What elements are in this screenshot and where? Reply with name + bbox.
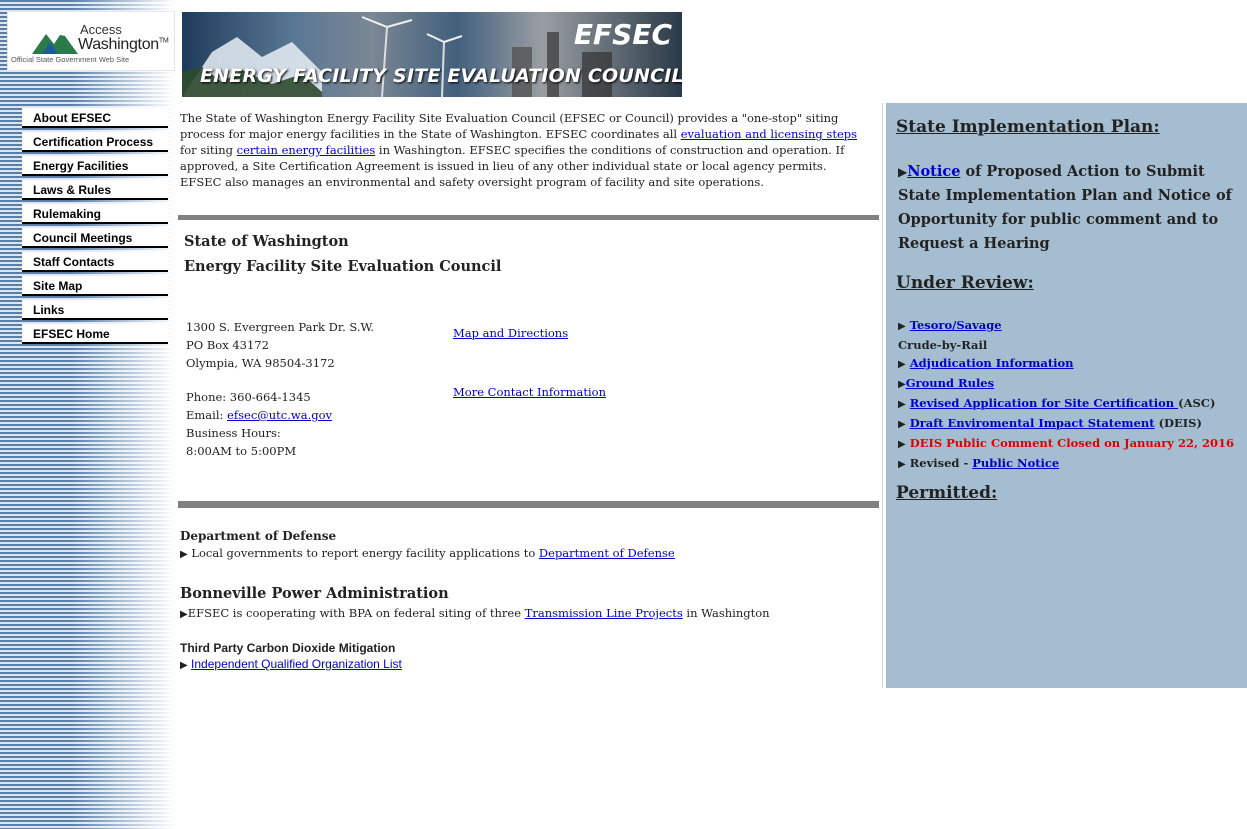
right-news-panel: State Implementation Plan: ▶Notice of Pr… — [883, 103, 1247, 688]
list-item: ▶ DEIS Public Comment Closed on January … — [898, 434, 1234, 454]
list-item: ▶ Revised Application for Site Certifica… — [898, 394, 1234, 414]
map-directions-link[interactable]: Map and Directions — [453, 324, 568, 342]
right-triangle-icon: ▶ — [898, 165, 908, 179]
transmission-line-link[interactable]: Transmission Line Projects — [525, 606, 683, 620]
address-line-2: PO Box 43172 — [186, 338, 269, 352]
email-link[interactable]: efsec@utc.wa.gov — [227, 408, 332, 422]
contact-block: Phone: 360-664-1345 Email: efsec@utc.wa.… — [186, 388, 332, 460]
review-list: ▶ Tesoro/Savage Crude-by-Rail ▶ Adjudica… — [898, 316, 1234, 474]
dod-heading: Department of Defense — [180, 529, 337, 543]
right-triangle-icon: ▶ — [180, 660, 188, 671]
nav-links[interactable]: Links — [22, 300, 168, 320]
nav-council-meetings[interactable]: Council Meetings — [22, 228, 168, 248]
asc-suffix: (ASC) — [1178, 396, 1216, 410]
carbon-line: ▶ Independent Qualified Organization Lis… — [180, 657, 402, 671]
intro-text-2: for siting — [180, 143, 237, 157]
carbon-heading: Third Party Carbon Dioxide Mitigation — [180, 641, 396, 655]
sip-heading: State Implementation Plan: — [896, 117, 1160, 137]
intro-paragraph: The State of Washington Energy Facility … — [180, 110, 870, 190]
right-triangle-icon: ▶ — [898, 399, 906, 410]
dod-link[interactable]: Department of Defense — [539, 546, 675, 560]
address-block: 1300 S. Evergreen Park Dr. S.W. PO Box 4… — [186, 318, 374, 372]
bpa-text-1: EFSEC is cooperating with BPA on federal… — [187, 606, 525, 620]
right-triangle-icon: ▶ — [898, 321, 906, 332]
permitted-heading: Permitted: — [896, 483, 998, 503]
public-notice-link[interactable]: Public Notice — [972, 456, 1059, 470]
logo-trademark: TM — [158, 37, 169, 45]
list-item: ▶ Draft Enviromental Impact Statement (D… — [898, 414, 1234, 434]
contact-heading-state: State of Washington — [184, 233, 349, 250]
address-line-3: Olympia, WA 98504-3172 — [186, 356, 335, 370]
deis-suffix: (DEIS) — [1154, 416, 1202, 430]
right-triangle-icon: ▶ — [898, 439, 906, 450]
nav-certification-process[interactable]: Certification Process — [22, 132, 168, 152]
ground-rules-link[interactable]: Ground Rules — [906, 376, 994, 390]
contact-heading-council: Energy Facility Site Evaluation Council — [184, 258, 502, 275]
email-label: Email: — [186, 408, 228, 422]
banner-subtitle: ENERGY FACILITY SITE EVALUATION COUNCIL — [200, 65, 682, 87]
sip-notice: ▶Notice of Proposed Action to Submit Sta… — [898, 160, 1243, 256]
certain-energy-facilities-link[interactable]: certain energy facilities — [237, 143, 376, 157]
adjudication-link[interactable]: Adjudication Information — [910, 356, 1074, 370]
left-navigation: About EFSEC Certification Process Energy… — [22, 108, 168, 348]
asc-link[interactable]: Revised Application for Site Certificati… — [910, 396, 1178, 410]
nav-site-map[interactable]: Site Map — [22, 276, 168, 296]
under-review-heading: Under Review: — [896, 273, 1034, 293]
notice-link[interactable]: Notice — [907, 163, 960, 180]
deis-closed-notice: DEIS Public Comment Closed on January 22… — [909, 436, 1234, 450]
more-contact-link[interactable]: More Contact Information — [453, 383, 606, 401]
access-washington-logo[interactable]: Access WashingtonTM Official State Gover… — [8, 12, 174, 70]
logo-line-2: WashingtonTM — [78, 36, 169, 53]
right-triangle-icon: ▶ — [898, 359, 906, 370]
hours-label: Business Hours: — [186, 426, 281, 440]
nav-rulemaking[interactable]: Rulemaking — [22, 204, 168, 224]
mountain-logo-icon — [32, 32, 78, 54]
nav-laws-rules[interactable]: Laws & Rules — [22, 180, 168, 200]
phone-text: Phone: 360-664-1345 — [186, 390, 311, 404]
list-item: ▶ Revised - Public Notice — [898, 454, 1234, 474]
logo-line-1: Access — [80, 22, 122, 37]
list-item: ▶Ground Rules — [898, 374, 1234, 394]
right-triangle-icon: ▶ — [180, 549, 188, 560]
dod-line: ▶ Local governments to report energy fac… — [180, 546, 675, 560]
logo-tagline: Official State Government Web Site — [11, 55, 130, 64]
bpa-line: ▶EFSEC is cooperating with BPA on federa… — [180, 606, 770, 620]
banner-title: EFSEC — [573, 18, 672, 51]
revised-prefix: Revised - — [909, 456, 973, 470]
list-item: ▶ Tesoro/Savage — [898, 316, 1234, 336]
right-triangle-icon: ▶ — [898, 419, 906, 430]
qualified-organization-link[interactable]: Independent Qualified Organization List — [191, 657, 402, 671]
hours-text: 8:00AM to 5:00PM — [186, 444, 297, 458]
crude-by-rail-label: Crude-by-Rail — [898, 338, 988, 352]
dod-text: Local governments to report energy facil… — [191, 546, 539, 560]
efsec-banner: EFSEC ENERGY FACILITY SITE EVALUATION CO… — [182, 12, 682, 97]
nav-staff-contacts[interactable]: Staff Contacts — [22, 252, 168, 272]
list-item: ▶ Adjudication Information — [898, 354, 1234, 374]
nav-about-efsec[interactable]: About EFSEC — [22, 108, 168, 128]
address-line-1: 1300 S. Evergreen Park Dr. S.W. — [186, 320, 374, 334]
divider-top — [178, 215, 879, 220]
nav-efsec-home[interactable]: EFSEC Home — [22, 324, 168, 344]
bpa-heading: Bonneville Power Administration — [180, 585, 449, 602]
evaluation-licensing-link[interactable]: evaluation and licensing steps — [681, 127, 857, 141]
bpa-text-2: in Washington — [682, 606, 770, 620]
email-row: Email: efsec@utc.wa.gov — [186, 406, 332, 424]
right-triangle-icon: ▶ — [898, 459, 906, 470]
tesoro-savage-link[interactable]: Tesoro/Savage — [910, 318, 1002, 332]
right-triangle-icon: ▶ — [180, 609, 188, 620]
right-triangle-icon: ▶ — [898, 379, 906, 390]
nav-energy-facilities[interactable]: Energy Facilities — [22, 156, 168, 176]
deis-link[interactable]: Draft Enviromental Impact Statement — [910, 416, 1155, 430]
divider-bottom — [178, 501, 879, 508]
